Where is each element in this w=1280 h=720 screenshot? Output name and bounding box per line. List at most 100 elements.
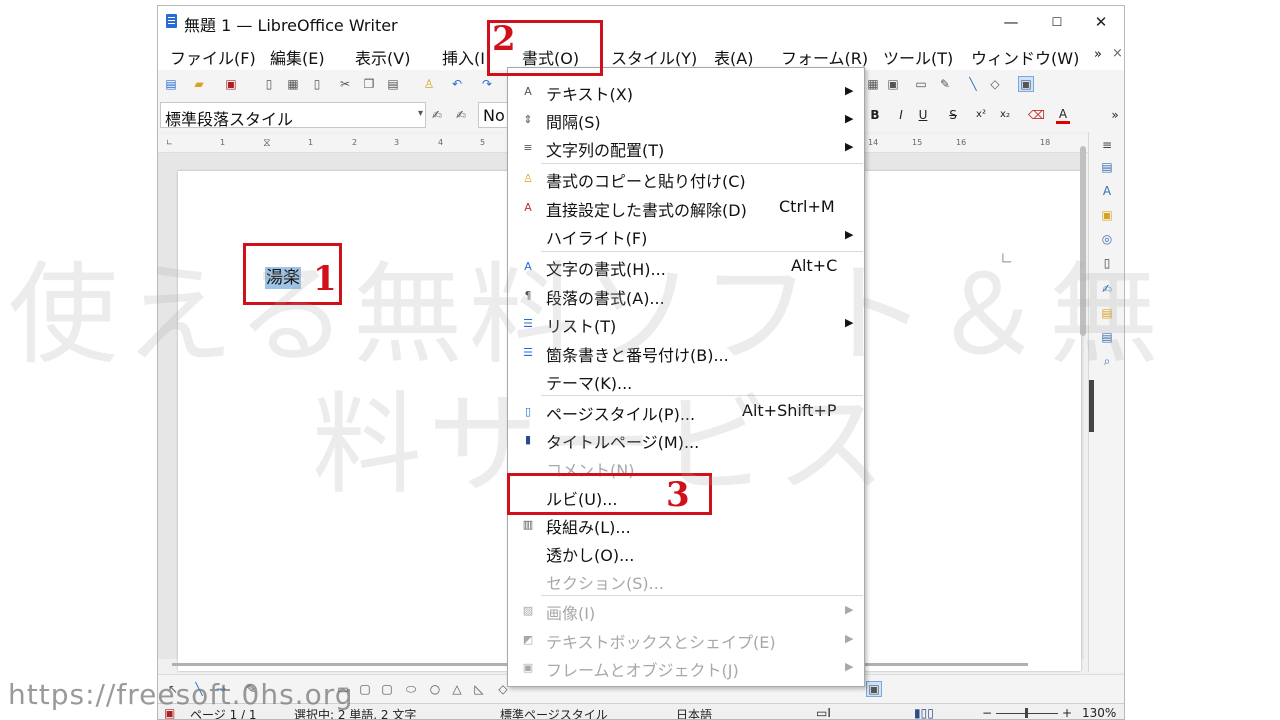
export-pdf-icon[interactable]: ▯	[262, 77, 276, 91]
window-title: 無題 1 — LibreOffice Writer	[184, 16, 398, 35]
menu-form[interactable]: フォーム(R)	[781, 45, 868, 69]
superscript-icon[interactable]: x²	[974, 108, 988, 122]
menu-insert[interactable]: 挿入(I	[442, 45, 485, 69]
menu-view[interactable]: 表示(V)	[355, 45, 410, 69]
sidebar-menu-icon[interactable]: ≡	[1100, 138, 1114, 152]
clear-format-icon: A	[524, 201, 532, 214]
right-triangle-icon[interactable]: ◺	[472, 682, 486, 696]
submenu-arrow-icon: ▶	[845, 84, 854, 97]
redo-icon[interactable]: ↷	[480, 77, 494, 91]
language[interactable]: 日本語	[676, 706, 712, 719]
open-folder-icon[interactable]: ▰	[192, 77, 206, 91]
paste-icon[interactable]: ▤	[386, 77, 400, 91]
triangle-icon[interactable]: △	[450, 682, 464, 696]
track-changes-icon[interactable]: ✎	[938, 77, 952, 91]
clone-formatting-icon[interactable]: ♙	[422, 77, 436, 91]
shape-icon: ◩	[522, 633, 534, 646]
ruler-tick: 16	[956, 138, 967, 147]
tab-stop-icon[interactable]: ∟	[166, 138, 173, 147]
update-style-icon[interactable]: ✍	[430, 108, 444, 122]
line-icon[interactable]: ╲	[966, 77, 980, 91]
format-menu-clear-direct-formatting[interactable]: A 直接設定した書式の解除(D) Ctrl+M	[508, 194, 864, 222]
menu-item-label: 直接設定した書式の解除(D)	[546, 201, 747, 220]
zoom-in-icon[interactable]: +	[1062, 706, 1072, 719]
save-icon[interactable]: ▣	[224, 77, 238, 91]
insert-frame-icon[interactable]: ▣	[886, 77, 900, 91]
clear-direct-formatting-icon[interactable]: ⌫	[1028, 108, 1045, 122]
menu-file[interactable]: ファイル(F)	[170, 45, 256, 69]
minimize-button[interactable]: —	[988, 6, 1034, 38]
zoom-slider-thumb[interactable]	[1025, 708, 1028, 718]
format-menu-columns[interactable]: ▥ 段組み(L)...	[508, 511, 864, 539]
view-layout-icon[interactable]: ▮▯▯	[914, 706, 934, 719]
close-document-icon[interactable]: ×	[1112, 46, 1123, 61]
underline-icon[interactable]: U	[916, 108, 930, 122]
styles-icon[interactable]: A	[1100, 184, 1114, 198]
align-icon: ≡	[523, 141, 533, 154]
frame-icon: ▣	[522, 661, 534, 674]
ellipse-icon[interactable]: ⬭	[404, 682, 418, 696]
menu-edit[interactable]: 編集(E)	[270, 45, 325, 69]
italic-icon[interactable]: I	[894, 108, 908, 122]
draw-functions-icon[interactable]: ▣	[1018, 76, 1034, 92]
menu-item-label: 間隔(S)	[546, 113, 601, 132]
format-menu-clone-formatting[interactable]: ♙ 書式のコピーと貼り付け(C)	[508, 165, 864, 193]
watermark-url: https://freesoft.0hs.org	[8, 678, 354, 711]
font-color-icon[interactable]: A	[1056, 107, 1070, 124]
new-document-icon[interactable]: ▤	[164, 77, 178, 91]
sidebar-collapse-handle[interactable]	[1089, 380, 1094, 432]
menu-item-label: 書式のコピーと貼り付け(C)	[546, 172, 746, 191]
zoom-out-icon[interactable]: −	[982, 706, 992, 719]
copy-icon[interactable]: ❐	[362, 77, 376, 91]
insert-mode-icon[interactable]: ▭I	[816, 706, 831, 719]
bold-icon[interactable]: B	[868, 108, 882, 122]
menu-item-label: 画像(I)	[546, 604, 596, 623]
properties-icon[interactable]: ▤	[1100, 160, 1114, 174]
page-style[interactable]: 標準ページスタイル	[500, 706, 608, 719]
zoom-level[interactable]: 130%	[1082, 706, 1116, 719]
menu-item-label: 文字列の配置(T)	[546, 141, 665, 160]
format-menu-spacing[interactable]: ⇕ 間隔(S) ▶	[508, 106, 864, 134]
rounded-rectangle-icon[interactable]: ▢	[358, 682, 372, 696]
format-menu-text[interactable]: A テキスト(X) ▶	[508, 78, 864, 106]
menu-tools[interactable]: ツール(T)	[883, 45, 953, 69]
ruler-tick: 4	[438, 138, 444, 147]
menu-item-label: テキストボックスとシェイプ(E)	[546, 633, 776, 652]
basic-shapes-icon[interactable]: ◇	[988, 77, 1002, 91]
ruler-tick: 3	[394, 138, 400, 147]
gallery-icon[interactable]: ▣	[1100, 208, 1114, 222]
watermark-line2: 料サービス	[312, 381, 892, 509]
new-style-icon[interactable]: ✍	[454, 108, 468, 122]
format-menu-align-text[interactable]: ≡ 文字列の配置(T) ▶	[508, 134, 864, 162]
insert-field-icon[interactable]: ▦	[866, 77, 880, 91]
menu-separator	[541, 595, 863, 596]
print-icon[interactable]: ▦	[286, 77, 300, 91]
print-preview-icon[interactable]: ▯	[310, 77, 324, 91]
comment-icon[interactable]: ▭	[914, 77, 928, 91]
menu-item-label: 段組み(L)...	[546, 518, 631, 537]
format-menu-watermark[interactable]: 透かし(O)...	[508, 539, 864, 567]
toggle-extrusion-icon[interactable]: ▣	[866, 681, 882, 697]
menu-styles[interactable]: スタイル(Y)	[611, 45, 697, 69]
menu-window[interactable]: ウィンドウ(W)	[971, 45, 1079, 69]
square-icon[interactable]: ▢	[380, 682, 394, 696]
format-menu-frame-object: ▣ フレームとオブジェクト(J) ▶	[508, 654, 864, 682]
circle-icon[interactable]: ○	[428, 682, 442, 696]
menu-table[interactable]: 表(A)	[714, 45, 753, 69]
chevron-down-icon[interactable]: ▾	[418, 108, 423, 119]
sidebar-deck: ≡ ▤ A ▣ ◎ ▯ ✍ ▤ ▤ ⌕	[1088, 132, 1124, 672]
paragraph-style-select[interactable]: 標準段落スタイル ▾	[160, 102, 426, 129]
menu-item-label: テキスト(X)	[546, 85, 633, 104]
ruler-tick: 14	[868, 138, 879, 147]
indent-marker-icon[interactable]: ⧖	[263, 136, 271, 150]
close-button[interactable]: ✕	[1078, 6, 1124, 38]
cut-icon[interactable]: ✂	[338, 77, 352, 91]
format-menu-sections: セクション(S)...	[508, 567, 864, 595]
subscript-icon[interactable]: x₂	[998, 108, 1012, 122]
maximize-button[interactable]: ☐	[1034, 6, 1080, 38]
menu-overflow-icon[interactable]: »	[1094, 47, 1102, 62]
toolbar-overflow-icon[interactable]: »	[1108, 108, 1122, 122]
undo-icon[interactable]: ↶	[450, 77, 464, 91]
ruler-tick: 15	[912, 138, 923, 147]
strikethrough-icon[interactable]: S	[946, 108, 960, 122]
